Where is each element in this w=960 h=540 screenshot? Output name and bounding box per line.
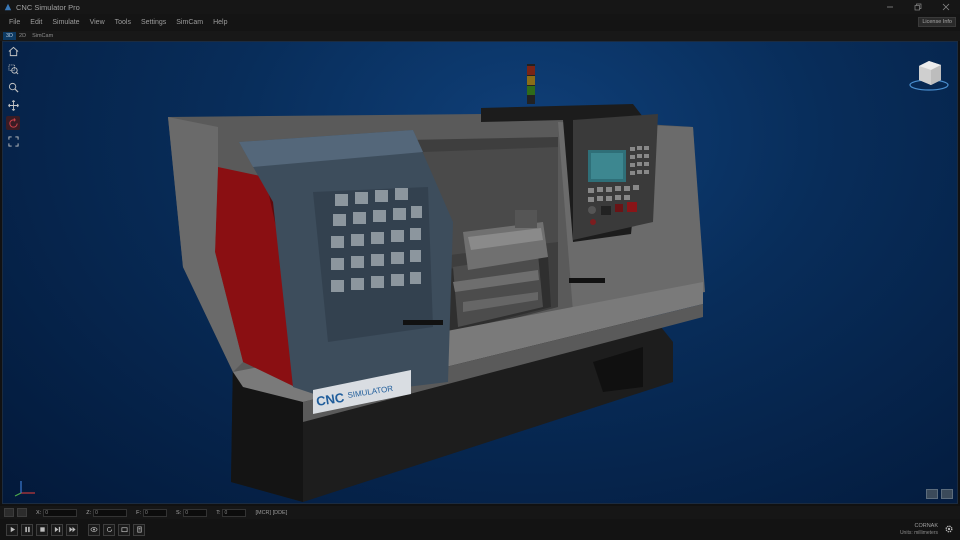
rotate-icon [8,117,18,128]
play-button[interactable] [6,523,18,536]
s-value: 0 [183,508,208,517]
menu-view[interactable]: View [85,19,110,26]
stop-button[interactable] [36,523,48,536]
restore-button[interactable] [904,0,932,14]
menu-bar: File Edit Simulate View Tools Settings S… [0,14,960,31]
title-bar: CNC Simulator Pro [0,0,960,14]
license-info-button[interactable]: License Info [918,17,956,27]
close-button[interactable] [932,0,960,14]
axis-gizmo [14,481,35,497]
step-forward-icon [54,526,60,533]
window-controls [876,0,960,14]
restore-icon [914,3,922,11]
z-label: Z: [86,509,92,516]
export-button[interactable] [133,523,145,536]
minimize-icon [887,6,893,8]
zoom-region-icon [7,63,18,74]
home-view-button[interactable] [6,44,20,58]
menu-settings[interactable]: Settings [136,19,171,26]
screenshot-button[interactable] [941,489,953,499]
view-toggle-button[interactable] [88,523,100,536]
s-label: S: [175,509,182,516]
x-value: 0 [43,508,78,517]
camera-button[interactable] [926,489,938,499]
gear-icon[interactable] [944,524,954,534]
menu-tools[interactable]: Tools [110,19,136,26]
pause-icon [24,526,30,533]
zoom-button[interactable] [6,80,20,94]
machine-name-text: CORNAK [914,523,938,529]
coord-s: S: 0 [175,508,208,517]
tab-2d[interactable]: 2D [16,32,29,40]
rotate-button[interactable] [6,116,20,130]
view-cube[interactable] [907,56,951,92]
z-value: 0 [93,508,128,517]
viewport-toolbar [6,44,20,148]
zoom-region-button[interactable] [6,62,20,76]
record-button[interactable] [118,523,130,536]
export-icon [136,526,142,533]
reset-button[interactable] [103,523,115,536]
coord-t: T: 0 [216,508,247,517]
home-icon [8,46,18,56]
menu-simulate[interactable]: Simulate [47,19,84,26]
status-area: CORNAK Units: millimeters [900,523,938,537]
tab-simcam[interactable]: SimCam [29,32,56,40]
pan-icon [7,99,19,111]
modal-codes-text: [MCR] [DDE] [255,509,288,516]
eye-icon [90,527,98,532]
tab-3d[interactable]: 3D [3,32,17,40]
play-icon [10,526,15,533]
fit-view-button[interactable] [6,134,20,148]
stop-icon [39,527,45,532]
coord-x: X: 0 [36,508,78,517]
refresh-icon [106,526,112,533]
fast-forward-button[interactable] [66,523,78,536]
viewport-corner-buttons [926,489,953,499]
zoom-icon [8,82,19,93]
3d-viewport[interactable]: CNC SIMULATOR [2,41,958,504]
pause-button[interactable] [21,523,33,536]
app-icon [4,3,12,11]
coord-toggle-button[interactable] [4,508,14,517]
playback-bar: CORNAK Units: millimeters [0,519,960,540]
coordinate-bar: X: 0 Z: 0 F: 0 S: 0 T: 0 [MCR] [DDE] [0,506,960,519]
menu-file[interactable]: File [4,19,25,26]
f-label: F: [136,509,141,516]
window-title: CNC Simulator Pro [16,2,80,12]
coord-mode-button[interactable] [17,508,27,517]
fit-view-icon [7,135,19,147]
t-label: T: [216,509,221,516]
units-text: Units: millimeters [899,530,938,536]
lathe-machine-model: CNC SIMULATOR [168,64,705,502]
minimize-button[interactable] [876,0,904,14]
coord-f: F: 0 [136,508,167,517]
menu-help[interactable]: Help [208,19,232,26]
view-tabs: 3D 2D SimCam [0,31,960,41]
t-value: 0 [222,508,247,517]
menu-edit[interactable]: Edit [25,19,47,26]
menu-simcam[interactable]: SimCam [171,19,208,26]
f-value: 0 [142,508,167,517]
close-icon [942,3,950,11]
coord-z: Z: 0 [86,508,128,517]
record-icon [121,527,127,533]
x-label: X: [36,509,42,516]
pan-button[interactable] [6,98,20,112]
fast-forward-icon [68,526,76,533]
step-forward-button[interactable] [51,523,63,536]
